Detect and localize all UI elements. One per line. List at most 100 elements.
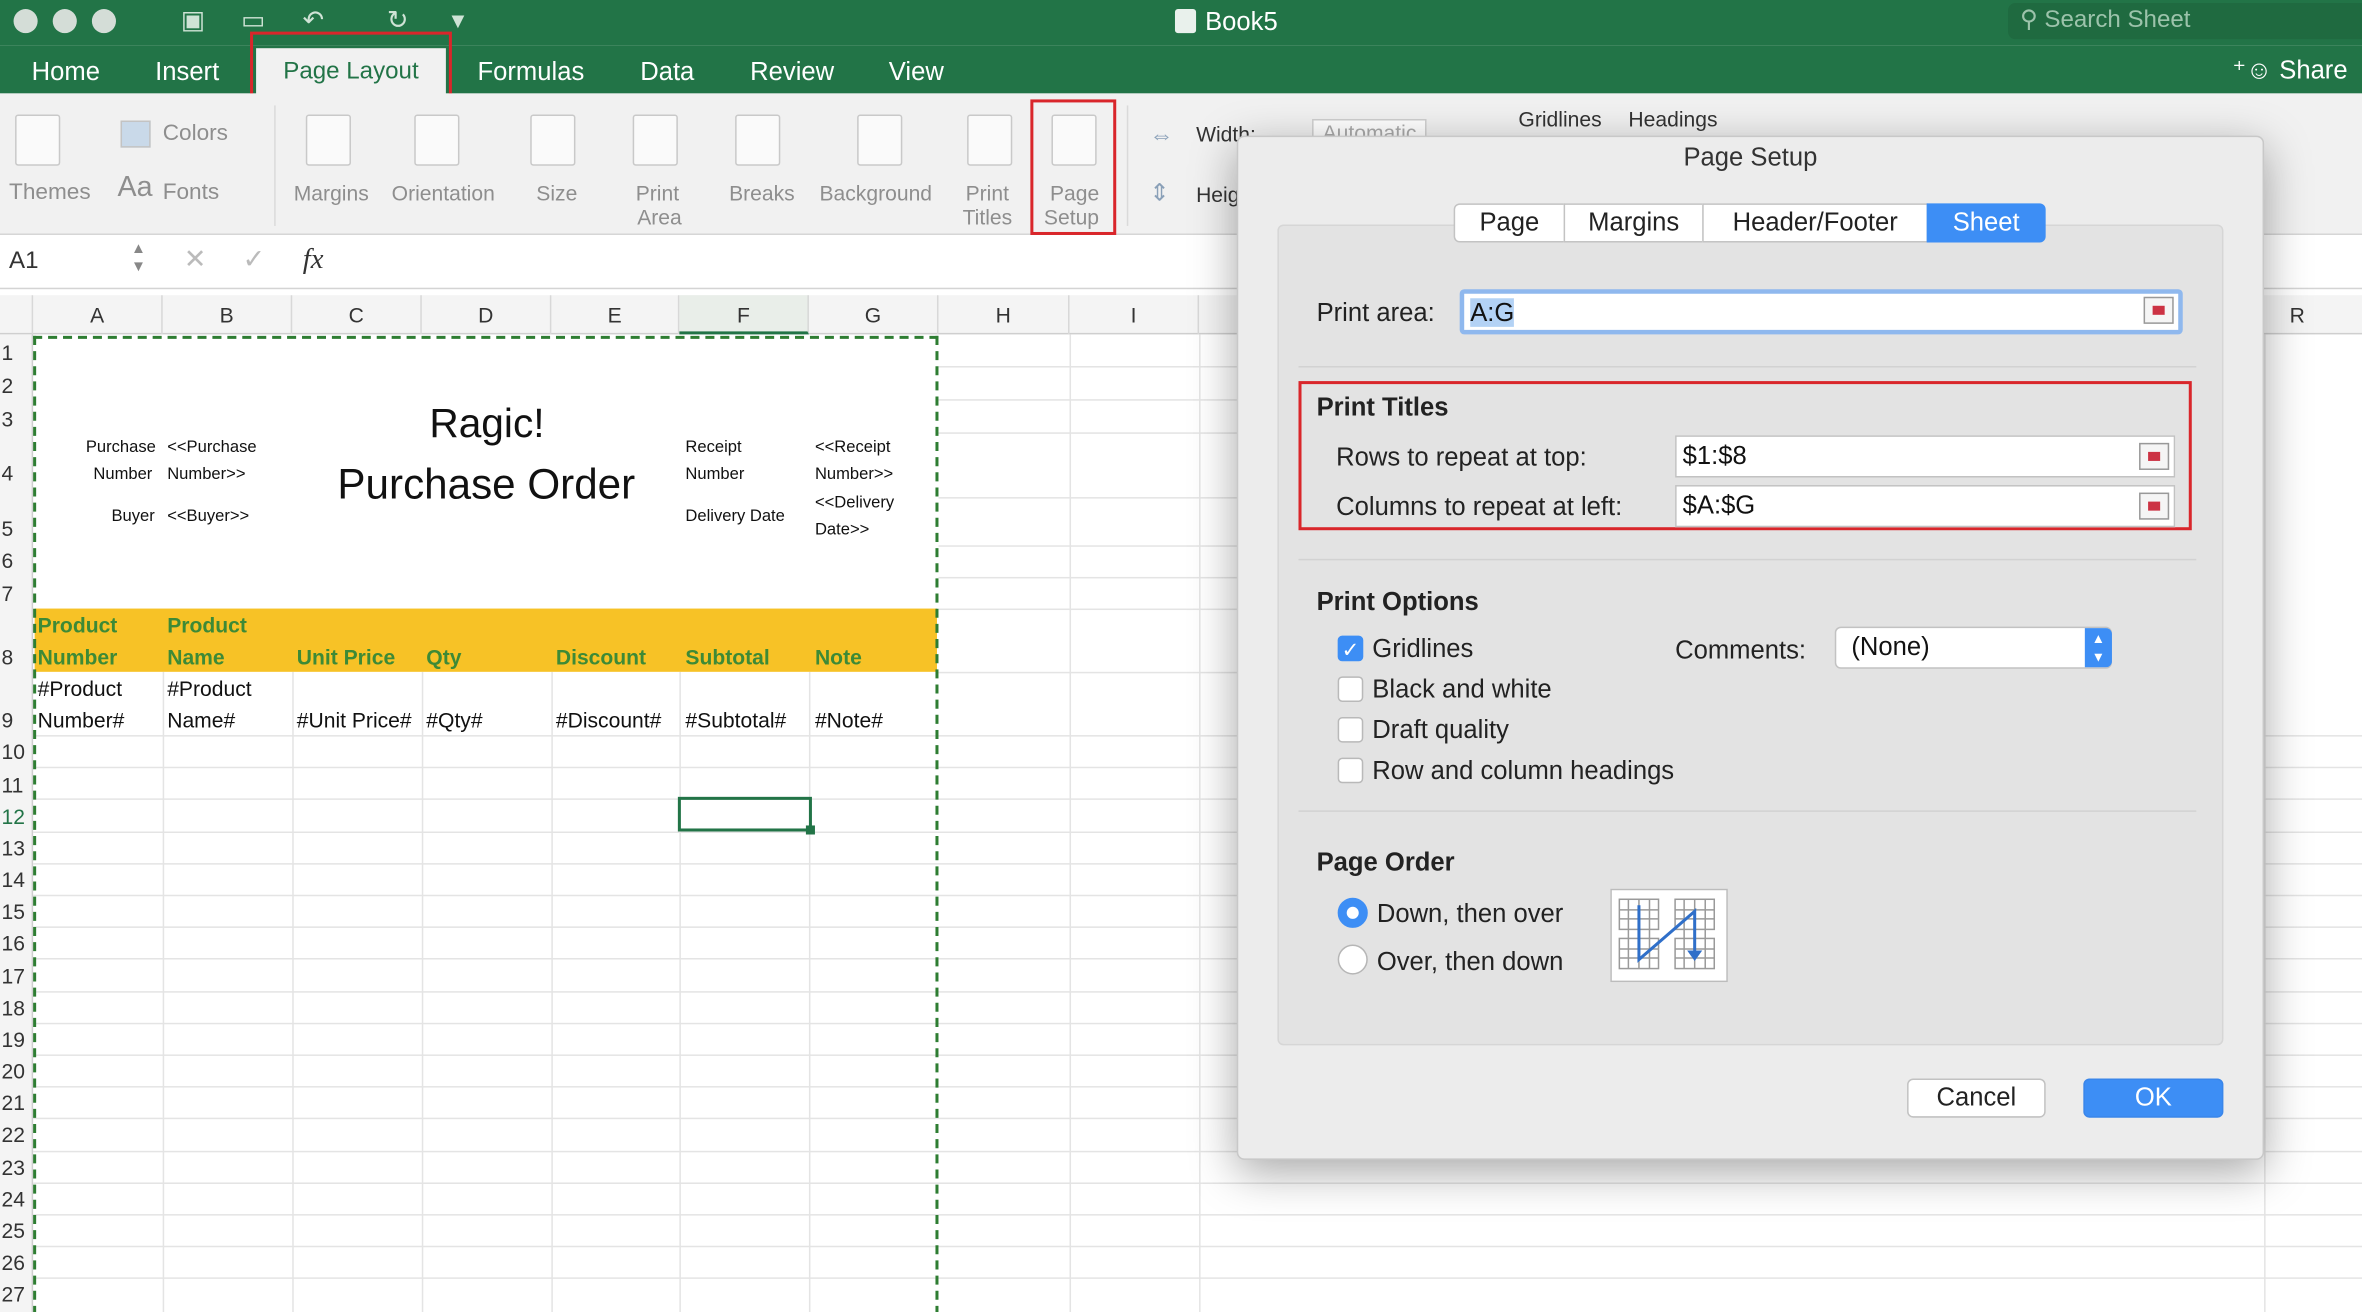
row-header-20[interactable]: 20 [0,1059,33,1083]
minimize-window-button[interactable] [52,9,77,34]
cancel-entry-icon[interactable]: ✕ [184,244,207,276]
column-header-g[interactable]: G [809,295,939,335]
row-header-5[interactable]: 5 [0,517,33,541]
row-header-6[interactable]: 6 [0,548,33,572]
print-titles-label-2[interactable]: Titles [963,205,1013,229]
row-header-7[interactable]: 7 [0,581,33,605]
print-area-label-2[interactable]: Area [637,205,682,229]
tab-home[interactable]: Home [32,54,100,90]
print-titles-label-1[interactable]: Print [966,181,1009,205]
orientation-label[interactable]: Orientation [392,181,495,205]
row-header-3[interactable]: 3 [0,407,33,431]
size-label[interactable]: Size [536,181,577,205]
tab-insert[interactable]: Insert [155,54,219,90]
row-header-2[interactable]: 2 [0,374,33,398]
name-box[interactable]: A1 [9,249,38,276]
column-header-e[interactable]: E [551,295,680,335]
over-then-down-radio[interactable] [1337,944,1368,975]
select-arrows-icon[interactable]: ▲ ▼ [2084,628,2112,668]
background-label[interactable]: Background [819,181,932,205]
cols-repeat-range-icon[interactable] [2139,492,2170,520]
fonts-icon[interactable]: Aa [117,173,152,202]
row-header-22[interactable]: 22 [0,1122,33,1146]
row-col-headings-label[interactable]: Row and column headings [1372,756,1674,786]
tab-margins[interactable]: Margins [1563,203,1704,243]
tab-sheet[interactable]: Sheet [1926,203,2046,243]
print-area-field[interactable]: A:G [1459,289,2183,335]
down-then-over-radio[interactable] [1337,897,1368,928]
breaks-icon[interactable] [735,114,781,166]
breaks-label[interactable]: Breaks [729,181,795,205]
column-header-c[interactable]: C [292,295,422,335]
row-header-24[interactable]: 24 [0,1187,33,1211]
column-header-f[interactable]: F [679,295,809,335]
row-header-21[interactable]: 21 [0,1091,33,1115]
print-area-range-icon[interactable] [2143,296,2174,324]
search-sheet-input[interactable]: ⚲ Search Sheet [2008,3,2362,40]
name-box-stepper[interactable]: ▲ ▼ [131,241,146,277]
tab-page[interactable]: Page [1453,203,1566,243]
rows-repeat-range-icon[interactable] [2139,442,2170,470]
colors-label[interactable]: Colors [163,121,228,146]
draft-quality-label[interactable]: Draft quality [1372,716,1509,746]
row-header-19[interactable]: 19 [0,1027,33,1051]
row-header-8[interactable]: 8 [0,645,33,669]
close-window-button[interactable] [13,9,38,34]
insert-function-icon[interactable]: fx [303,244,324,277]
margins-label[interactable]: Margins [294,181,369,205]
themes-icon[interactable] [15,114,61,166]
print-area-icon[interactable] [632,114,678,166]
tab-formulas[interactable]: Formulas [478,54,585,90]
row-header-15[interactable]: 15 [0,899,33,923]
row-header-12[interactable]: 12 [0,804,33,828]
row-header-14[interactable]: 14 [0,868,33,892]
row-header-10[interactable]: 10 [0,740,33,764]
column-header-b[interactable]: B [163,295,293,335]
row-header-1[interactable]: 1 [0,340,33,364]
gridlines-label[interactable]: Gridlines [1372,634,1473,664]
black-white-checkbox[interactable] [1337,676,1364,702]
tab-header-footer[interactable]: Header/Footer [1702,203,1929,243]
tab-view[interactable]: View [889,54,944,90]
row-header-27[interactable]: 27 [0,1282,33,1306]
column-header-r[interactable]: R [2264,295,2330,334]
background-icon[interactable] [857,114,903,166]
row-header-9[interactable]: 9 [0,708,33,732]
black-white-label[interactable]: Black and white [1372,675,1551,705]
tab-review[interactable]: Review [750,54,834,90]
sidebar-icon[interactable]: ▣ [176,6,209,36]
share-button[interactable]: ⁺☺ Share [2232,54,2347,87]
row-header-4[interactable]: 4 [0,461,33,485]
row-header-23[interactable]: 23 [0,1155,33,1179]
margins-icon[interactable] [305,114,351,166]
row-header-16[interactable]: 16 [0,931,33,955]
row-header-26[interactable]: 26 [0,1250,33,1274]
size-icon[interactable] [530,114,576,166]
select-all-corner[interactable] [0,295,34,335]
column-header-h[interactable]: H [938,295,1070,335]
print-area-label-1[interactable]: Print [636,181,679,205]
over-then-down-label[interactable]: Over, then down [1377,947,1564,977]
fill-handle[interactable] [805,825,815,835]
fonts-label[interactable]: Fonts [163,180,220,205]
comments-select[interactable]: (None) [1834,626,2112,669]
colors-icon[interactable] [120,120,151,148]
cols-repeat-field[interactable]: $A:$G [1675,485,2176,528]
gridlines-checkbox[interactable]: ✓ [1337,635,1364,662]
rows-repeat-field[interactable]: $1:$8 [1675,435,2176,478]
tab-data[interactable]: Data [640,54,694,90]
down-then-over-label[interactable]: Down, then over [1377,899,1563,929]
column-header-i[interactable]: I [1070,295,1200,335]
cancel-button[interactable]: Cancel [1907,1078,2046,1118]
selected-cell[interactable] [677,796,812,832]
row-header-25[interactable]: 25 [0,1219,33,1243]
draft-quality-checkbox[interactable] [1337,717,1364,743]
row-header-13[interactable]: 13 [0,836,33,860]
orientation-icon[interactable] [414,114,460,166]
column-header-a[interactable]: A [33,295,163,335]
row-header-18[interactable]: 18 [0,996,33,1020]
column-header-d[interactable]: D [422,295,552,335]
print-titles-icon[interactable] [967,114,1013,166]
confirm-entry-icon[interactable]: ✓ [243,244,266,276]
row-header-11[interactable]: 11 [0,773,33,797]
